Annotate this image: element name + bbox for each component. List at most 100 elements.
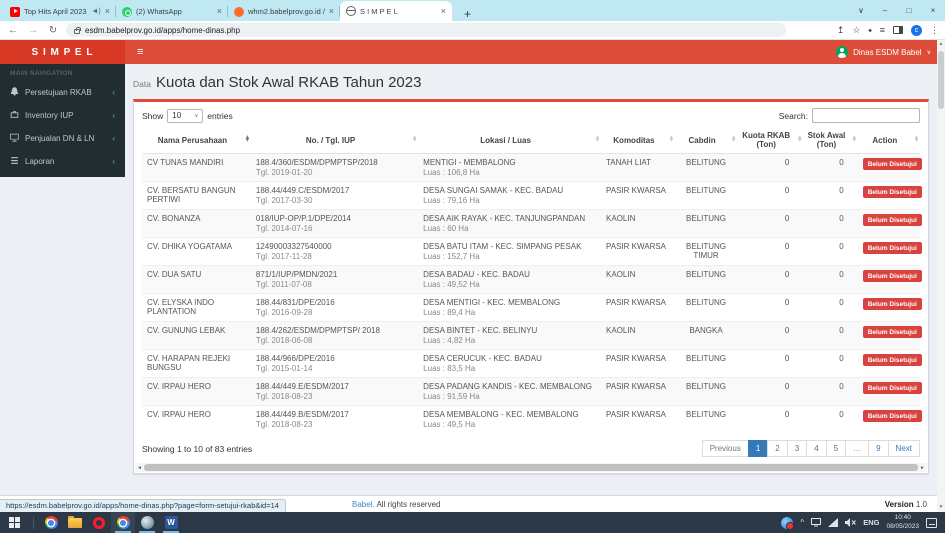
status-badge[interactable]: Belum Disetujui <box>862 410 922 422</box>
side-panel-icon[interactable] <box>893 26 903 34</box>
data-table: Nama Perusahaan ▴ ▾ No. / Tgl. IUP ▴ ▾ Lokasi … <box>142 127 922 433</box>
status-badge[interactable]: Belum Disetujui <box>862 214 922 226</box>
page-button-[interactable]: … <box>845 440 870 457</box>
browser-tab-s-i-m-p-e-l[interactable]: S I M P E L × <box>340 1 452 21</box>
status-badge[interactable]: Belum Disetujui <box>862 158 922 170</box>
column-header-kuota-rkab-ton[interactable]: Kuota RKAB (Ton) ▴ ▾ <box>737 127 804 154</box>
page-button-4[interactable]: 4 <box>806 440 827 457</box>
iup-date: Tgl. 2017-11-28 <box>255 252 312 261</box>
tab-close-icon[interactable]: × <box>441 6 446 16</box>
forward-icon[interactable]: → <box>26 25 40 36</box>
status-badge[interactable]: Belum Disetujui <box>862 270 922 282</box>
share-icon[interactable]: ↥ <box>837 25 845 36</box>
tab-audio-icon[interactable]: ◄) <box>91 8 100 15</box>
page-button-5[interactable]: 5 <box>825 440 847 457</box>
extension-icon[interactable]: ⬩ <box>868 25 871 36</box>
page-button-next[interactable]: Next <box>887 440 920 457</box>
status-badge[interactable]: Belum Disetujui <box>862 242 922 254</box>
reading-list-icon[interactable]: ≡ <box>880 25 885 35</box>
tray-expand-icon[interactable]: ^ <box>800 518 804 527</box>
page-length-select[interactable]: 10 ∨ <box>167 108 204 123</box>
taskbar-opera-icon[interactable] <box>87 512 111 533</box>
browser-tab-2-whatsapp[interactable]: (2) WhatsApp × <box>116 2 228 21</box>
tray-volume-muted-icon[interactable] <box>845 518 857 527</box>
scroll-down-icon[interactable]: ▼ <box>937 503 945 512</box>
vscroll-thumb[interactable] <box>938 51 944 109</box>
bookmark-star-icon[interactable]: ☆ <box>852 25 860 36</box>
column-header-nama-perusahaan[interactable]: Nama Perusahaan ▴ ▾ <box>142 127 251 154</box>
page-button-9[interactable]: 9 <box>868 440 889 457</box>
language-indicator[interactable]: ENG <box>863 518 879 527</box>
back-icon[interactable]: ← <box>6 25 20 36</box>
status-badge[interactable]: Belum Disetujui <box>862 298 922 310</box>
tray-date: 08/05/2023 <box>886 522 919 530</box>
app-logo[interactable]: S I M P E L <box>0 40 125 64</box>
tab-close-icon[interactable]: × <box>329 7 334 16</box>
status-badge[interactable]: Belum Disetujui <box>862 186 922 198</box>
taskbar-earth-icon[interactable] <box>135 512 159 533</box>
user-menu[interactable]: Dinas ESDM Babel ∨ <box>836 40 945 64</box>
browser-toolbar: ← → ↻ esdm.babelprov.go.id/apps/home-din… <box>0 21 945 40</box>
iup-number: 188.44/449.C/ESDM/2017 <box>255 186 350 195</box>
page-button-3[interactable]: 3 <box>786 440 808 457</box>
clock[interactable]: 10:40 08/05/2023 <box>886 514 919 531</box>
browser-menu-icon[interactable]: ⋮ <box>930 25 939 36</box>
url-text[interactable]: esdm.babelprov.go.id/apps/home-dinas.php <box>85 26 240 35</box>
entries-label: entries <box>207 110 233 121</box>
profile-avatar[interactable]: c <box>911 24 922 36</box>
column-header-komoditas[interactable]: Komoditas ▴ ▾ <box>601 127 675 154</box>
page-button-2[interactable]: 2 <box>767 440 788 457</box>
sidebar-item-inventory-iup[interactable]: Inventory IUP ‹ <box>0 104 125 127</box>
youtube-icon <box>10 6 20 17</box>
sidebar-toggle[interactable]: ≡ <box>125 40 155 64</box>
tray-browser-icon[interactable] <box>781 516 795 530</box>
page-button-1[interactable]: 1 <box>747 440 769 457</box>
taskbar-chrome-icon[interactable] <box>39 512 63 533</box>
sidebar-item-penjualan-dn-ln[interactable]: Penjualan DN & LN ‹ <box>0 127 125 150</box>
scroll-up-icon[interactable]: ▲ <box>937 40 945 49</box>
tab-close-icon[interactable]: × <box>105 7 110 16</box>
location-area: Luas : 83,5 Ha <box>423 364 476 373</box>
cell-commodity: PASIR KWARSA <box>601 181 675 210</box>
taskbar-word-icon[interactable]: W <box>159 512 183 533</box>
horizontal-scrollbar[interactable]: ◄ ► <box>135 463 927 472</box>
location-area: Luas : 4,82 Ha <box>423 336 476 345</box>
browser-tab-whm2-babelprov-go-id-localhos[interactable]: whm2.babelprov.go.id / localhos × <box>228 2 340 21</box>
status-badge[interactable]: Belum Disetujui <box>862 382 922 394</box>
window-search-tabs-icon[interactable]: ∨ <box>849 6 873 15</box>
window-maximize-button[interactable]: □ <box>897 6 921 15</box>
desktop-icon <box>10 133 19 144</box>
column-header-cabdin[interactable]: Cabdin ▴ ▾ <box>674 127 738 154</box>
column-header-no-tgl-iup[interactable]: No. / Tgl. IUP ▴ ▾ <box>250 127 419 154</box>
window-minimize-button[interactable]: – <box>873 6 897 15</box>
vertical-scrollbar[interactable]: ▲ ▼ <box>937 40 945 512</box>
taskbar-folder-icon[interactable] <box>63 512 87 533</box>
cell-action: Belum Disetujui <box>857 293 922 322</box>
window-close-button[interactable]: × <box>921 6 945 15</box>
tab-close-icon[interactable]: × <box>217 7 222 16</box>
cell-location: DESA BADAU - KEC. BADAU Luas : 49,52 Ha <box>418 265 601 294</box>
status-badge[interactable]: Belum Disetujui <box>862 354 922 366</box>
hscroll-thumb[interactable] <box>144 464 918 471</box>
search-input[interactable] <box>812 108 920 123</box>
cell-location: DESA MENTIGI - KEC. MEMBALONG Luas : 89,4… <box>418 293 601 322</box>
column-header-stok-awal-ton[interactable]: Stok Awal (Ton) ▴ ▾ <box>803 127 858 154</box>
sidebar-item-persetujuan-rkab[interactable]: Persetujuan RKAB ‹ <box>0 81 125 104</box>
tray-display-icon[interactable] <box>811 518 822 527</box>
new-tab-button[interactable]: + <box>460 7 475 21</box>
scroll-right-icon[interactable]: ► <box>918 463 927 472</box>
start-button[interactable] <box>0 512 28 533</box>
tray-network-icon[interactable] <box>828 518 839 527</box>
address-bar[interactable]: esdm.babelprov.go.id/apps/home-dinas.php <box>66 23 786 37</box>
reload-icon[interactable]: ↻ <box>46 25 60 36</box>
column-header-action[interactable]: Action ▴ ▾ <box>857 127 920 154</box>
action-center-icon[interactable] <box>926 517 937 528</box>
browser-tab-top-hits-april-2023-by-joox[interactable]: Top Hits April 2023 By Joox ◄) × <box>4 2 116 21</box>
page-button-previous[interactable]: Previous <box>701 440 749 457</box>
scroll-left-icon[interactable]: ◄ <box>135 463 144 472</box>
taskbar-chrome-icon[interactable] <box>111 512 135 533</box>
column-header-lokasi-luas[interactable]: Lokasi / Luas ▴ ▾ <box>418 127 601 154</box>
sidebar-item-laporan[interactable]: Laporan ‹ <box>0 150 125 173</box>
status-badge[interactable]: Belum Disetujui <box>862 326 922 338</box>
footer-brand-link[interactable]: Babel. <box>352 500 375 509</box>
